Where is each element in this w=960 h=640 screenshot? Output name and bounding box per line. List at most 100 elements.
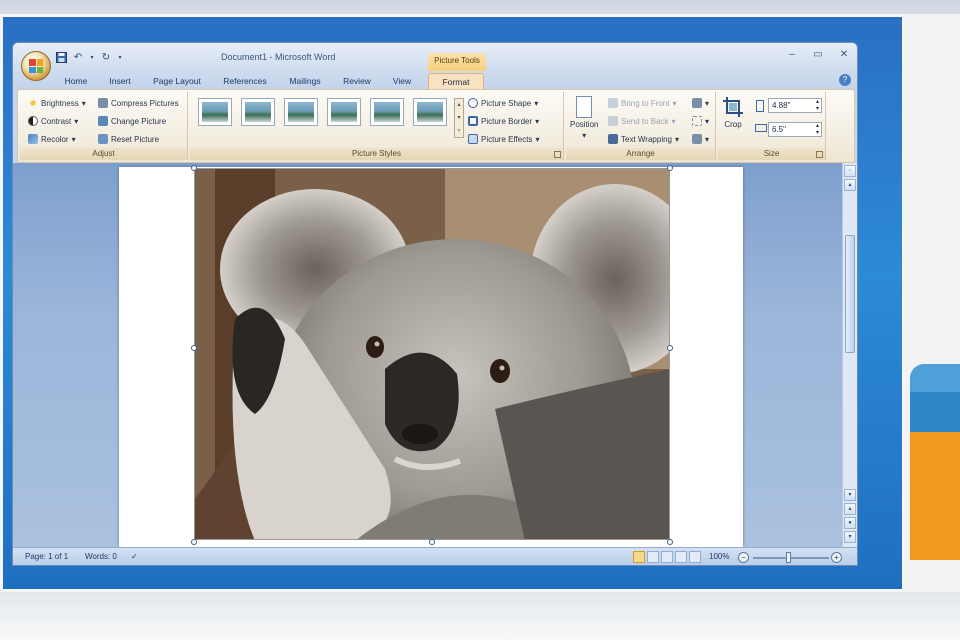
picture-shape-button[interactable]: Picture Shape ▾ <box>468 98 538 108</box>
align-button[interactable]: ▾ <box>692 98 709 108</box>
rotate-button[interactable]: ▾ <box>692 134 709 144</box>
group-label-arrange: Arrange <box>566 148 715 160</box>
picture-style-2[interactable] <box>241 98 275 126</box>
width-icon <box>755 124 767 132</box>
resize-handle-top-right[interactable] <box>667 165 673 171</box>
tab-references[interactable]: References <box>217 73 273 89</box>
height-spinner[interactable]: 4.88" ▴ ▾ <box>768 98 822 113</box>
tab-home[interactable]: Home <box>59 73 93 89</box>
tab-review[interactable]: Review <box>337 73 377 89</box>
recolor-button[interactable]: Recolor ▾ <box>28 134 76 144</box>
picture-style-6[interactable] <box>413 98 447 126</box>
tab-page-layout[interactable]: Page Layout <box>147 73 207 89</box>
print-layout-view-icon[interactable] <box>633 551 645 563</box>
customize-qat-icon[interactable]: ▾ <box>117 51 123 63</box>
picture-tools-label: Picture Tools <box>428 53 486 71</box>
outline-view-icon[interactable] <box>675 551 687 563</box>
next-page-icon[interactable]: ▾ <box>844 531 856 543</box>
tab-format[interactable]: Format <box>428 73 484 89</box>
word-count[interactable]: Words: 0 <box>85 552 117 561</box>
maximize-icon[interactable]: ▭ <box>811 49 825 61</box>
contrast-button[interactable]: Contrast ▾ <box>28 116 78 126</box>
minimize-icon[interactable]: – <box>785 49 799 61</box>
scroll-thumb[interactable] <box>845 235 855 353</box>
picture-border-button[interactable]: Picture Border ▾ <box>468 116 539 126</box>
tab-mailings[interactable]: Mailings <box>283 73 327 89</box>
save-icon[interactable] <box>55 51 67 63</box>
picture-shape-icon <box>468 98 478 108</box>
width-spinner[interactable]: 6.5" ▴ ▾ <box>768 122 822 137</box>
group-objects-button[interactable]: ▾ <box>692 116 709 126</box>
picture-effects-button[interactable]: Picture Effects ▾ <box>468 134 539 144</box>
browse-object-icon[interactable]: ● <box>844 517 856 529</box>
compress-pictures-button[interactable]: Compress Pictures <box>98 98 179 108</box>
help-icon[interactable]: ? <box>839 74 851 86</box>
picture-styles-launcher-icon[interactable] <box>554 151 561 158</box>
group-adjust: Brightness ▾ Contrast ▾ Recolor ▾ Compress … <box>20 92 188 160</box>
document-page[interactable] <box>119 165 743 547</box>
group-picture-styles: ▴ ▾ ▿ Picture Shape ▾ Picture Border ▾ Pictu… <box>190 92 564 160</box>
zoom-level[interactable]: 100% <box>709 552 729 561</box>
resize-handle-left[interactable] <box>191 345 197 351</box>
resize-handle-top-left[interactable] <box>191 165 197 171</box>
change-picture-button[interactable]: Change Picture <box>98 116 166 126</box>
dropdown-icon[interactable]: ▾ <box>89 51 95 63</box>
ruler-toggle-icon[interactable]: ◦ <box>844 165 856 177</box>
crop-icon <box>722 96 744 118</box>
zoom-out-icon[interactable]: − <box>738 552 749 563</box>
page-count[interactable]: Page: 1 of 1 <box>25 552 68 561</box>
desktop-background: ↶ ▾ ↻ ▾ Document1 - Microsoft Word Pictu… <box>0 0 960 640</box>
zoom-in-icon[interactable]: + <box>831 552 842 563</box>
send-to-back-icon <box>608 116 618 126</box>
picture-style-3[interactable] <box>284 98 318 126</box>
scroll-down-icon[interactable]: ▾ <box>844 489 856 501</box>
reset-picture-button[interactable]: Reset Picture <box>98 134 159 144</box>
picture-style-4[interactable] <box>327 98 361 126</box>
close-icon[interactable]: ✕ <box>837 49 851 61</box>
resize-handle-right[interactable] <box>667 345 673 351</box>
gallery-scroll[interactable]: ▴ ▾ ▿ <box>454 98 464 138</box>
compress-icon <box>98 98 108 108</box>
picture-effects-icon <box>468 134 478 144</box>
scroll-up-icon[interactable]: ▴ <box>844 179 856 191</box>
zoom-slider[interactable] <box>753 557 829 559</box>
desktop-edge <box>905 14 960 592</box>
proofing-icon[interactable]: ✓ <box>131 552 138 561</box>
size-launcher-icon[interactable] <box>816 151 823 158</box>
change-picture-icon <box>98 116 108 126</box>
crop-button[interactable]: Crop <box>722 96 744 129</box>
picture-style-5[interactable] <box>370 98 404 126</box>
text-wrapping-button[interactable]: Text Wrapping ▾ <box>608 134 679 144</box>
bring-to-front-button[interactable]: Bring to Front ▾ <box>608 98 676 108</box>
office-button-icon[interactable] <box>21 51 51 81</box>
window-controls: – ▭ ✕ <box>785 49 851 61</box>
previous-page-icon[interactable]: ▴ <box>844 503 856 515</box>
brightness-button[interactable]: Brightness ▾ <box>28 98 86 108</box>
group-icon <box>692 116 702 126</box>
vertical-scrollbar[interactable]: ◦ ▴ ▾ ▴ ● ▾ <box>842 163 857 547</box>
picture-style-1[interactable] <box>198 98 232 126</box>
recolor-icon <box>28 134 38 144</box>
resize-handle-bottom[interactable] <box>429 539 435 545</box>
send-to-back-button[interactable]: Send to Back ▾ <box>608 116 676 126</box>
position-icon <box>576 96 593 118</box>
undo-icon[interactable]: ↶ <box>72 51 84 63</box>
draft-view-icon[interactable] <box>689 551 701 563</box>
status-bar: Page: 1 of 1 Words: 0 ✓ 100% − + <box>13 547 857 565</box>
desktop-bottom <box>0 592 960 640</box>
ribbon-tabs: Home Insert Page Layout References Maili… <box>13 71 857 89</box>
ribbon: Brightness ▾ Contrast ▾ Recolor ▾ Compress … <box>17 89 855 163</box>
full-screen-reading-view-icon[interactable] <box>647 551 659 563</box>
resize-handle-bottom-right[interactable] <box>667 539 673 545</box>
resize-handle-bottom-left[interactable] <box>191 539 197 545</box>
koala-picture[interactable] <box>194 168 670 540</box>
bring-to-front-icon <box>608 98 618 108</box>
position-button[interactable]: Position ▾ <box>570 96 598 140</box>
align-icon <box>692 98 702 108</box>
web-layout-view-icon[interactable] <box>661 551 673 563</box>
contrast-icon <box>28 116 38 126</box>
zoom-slider-thumb[interactable] <box>786 552 791 563</box>
tab-view[interactable]: View <box>387 73 417 89</box>
redo-icon[interactable]: ↻ <box>100 51 112 63</box>
tab-insert[interactable]: Insert <box>103 73 137 89</box>
